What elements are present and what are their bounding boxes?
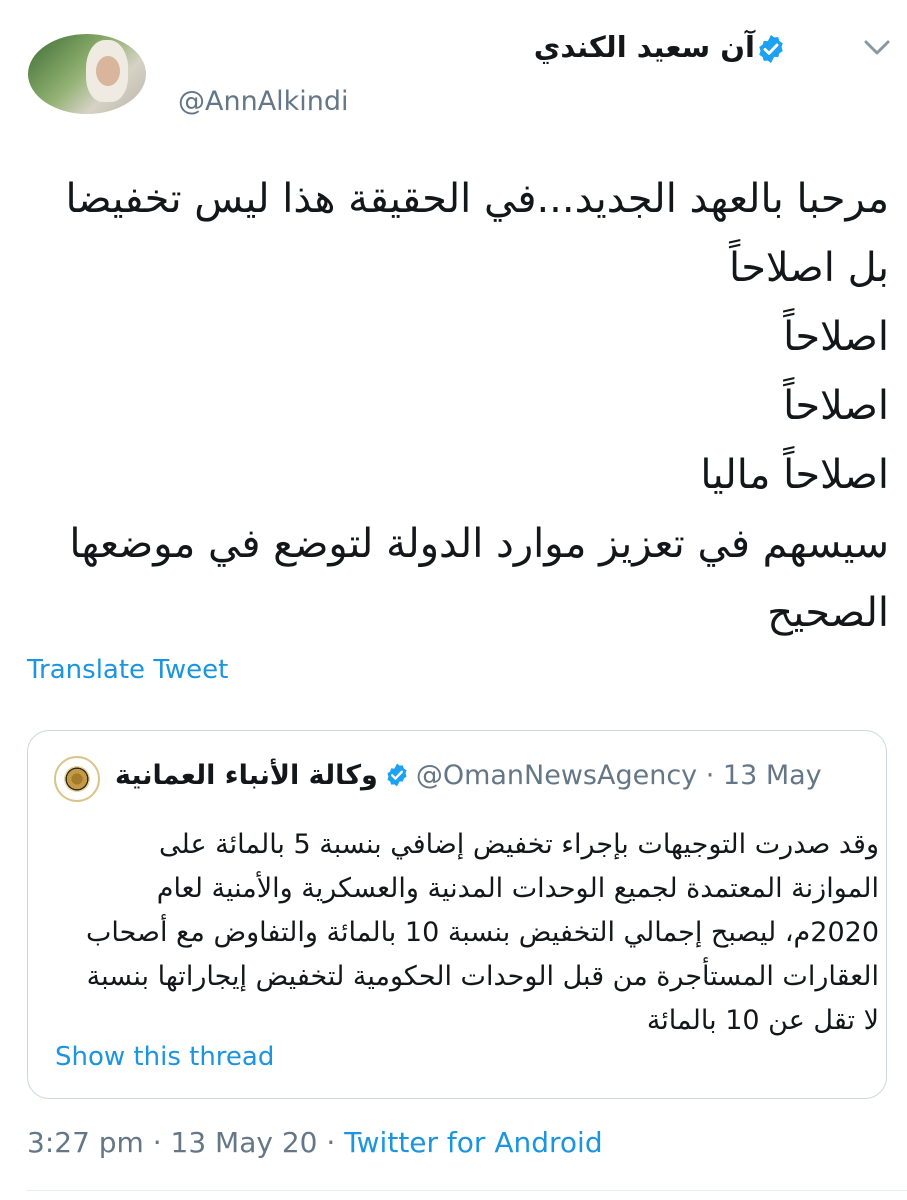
oman-news-agency-logo[interactable]	[54, 756, 100, 802]
quoted-tweet-header: وكالة الأنباء العمانية @OmanNewsAgency ·…	[115, 760, 822, 791]
quoted-author-handle[interactable]: @OmanNewsAgency	[416, 760, 697, 791]
chevron-down-icon[interactable]	[860, 34, 894, 62]
author-handle[interactable]: @AnnAlkindi	[178, 86, 349, 117]
verified-badge-icon	[759, 35, 783, 63]
meta-separator: ·	[697, 760, 723, 791]
footer-separator: ·	[317, 1126, 345, 1159]
quoted-author-name[interactable]: وكالة الأنباء العمانية	[115, 760, 378, 791]
tweet-date[interactable]: 13 May 20	[171, 1126, 318, 1159]
quoted-tweet-text: وقد صدرت التوجيهات بإجراء تخفيض إضافي بن…	[85, 829, 879, 1036]
quoted-tweet-date[interactable]: 13 May	[723, 760, 822, 791]
logo-emblem	[64, 766, 90, 792]
tweet-source-link[interactable]: Twitter for Android	[344, 1126, 602, 1159]
author-display-name[interactable]: آن سعيد الكندي	[534, 30, 755, 64]
tweet-footer: 3:27 pm · 13 May 20 · Twitter for Androi…	[27, 1126, 603, 1159]
show-thread-link[interactable]: Show this thread	[55, 1042, 274, 1072]
avatar-face	[96, 56, 120, 86]
footer-separator: ·	[143, 1126, 171, 1159]
verified-badge-icon	[387, 763, 407, 787]
tweet-text: مرحبا بالعهد الجديد...في الحقيقة هذا ليس…	[65, 176, 889, 636]
tweet-time[interactable]: 3:27 pm	[27, 1126, 144, 1159]
avatar[interactable]	[28, 34, 146, 114]
translate-tweet-link[interactable]: Translate Tweet	[27, 655, 228, 685]
divider	[27, 1190, 907, 1191]
